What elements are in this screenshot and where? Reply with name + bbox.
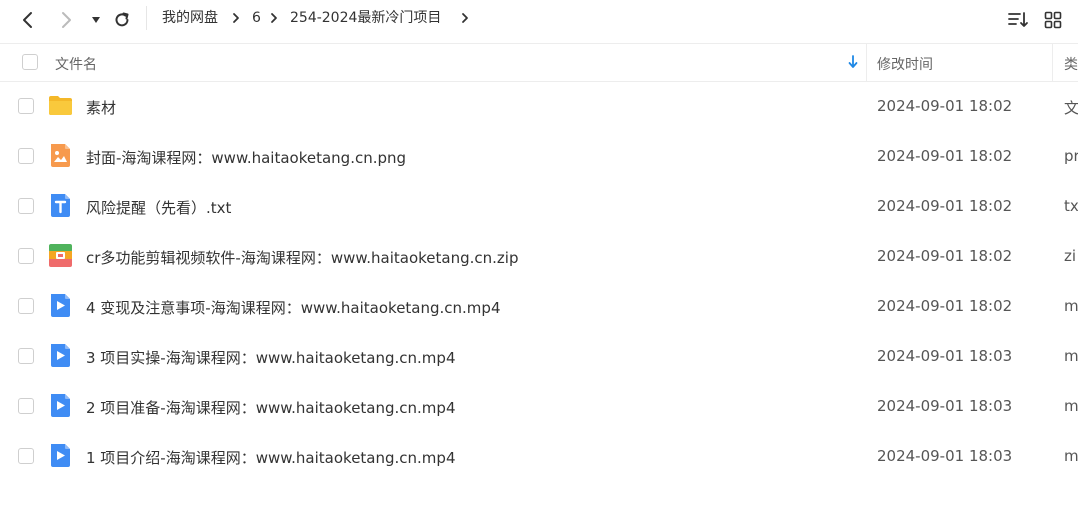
column-divider[interactable]	[866, 44, 867, 81]
file-modified-time: 2024-09-01 18:03	[877, 397, 1013, 415]
column-header-type[interactable]: 类	[1064, 54, 1078, 74]
list-item[interactable]: 封面-海淘课程网：www.haitaoketang.cn.png 2024-09…	[0, 131, 1078, 181]
list-item[interactable]: 风险提醒（先看）.txt 2024-09-01 18:02 tx	[0, 181, 1078, 231]
breadcrumb-item-root[interactable]: 我的网盘	[162, 8, 218, 28]
breadcrumb-separator-icon	[271, 13, 277, 23]
file-modified-time: 2024-09-01 18:03	[877, 347, 1013, 365]
list-item[interactable]: 4 变现及注意事项-海淘课程网：www.haitaoketang.cn.mp4 …	[0, 281, 1078, 331]
file-name[interactable]: 1 项目介绍-海淘课程网：www.haitaoketang.cn.mp4	[86, 447, 456, 468]
file-type: m	[1064, 447, 1078, 465]
chevron-left-icon	[23, 12, 32, 28]
column-header-name[interactable]: 文件名	[55, 54, 97, 74]
column-header-modified[interactable]: 修改时间	[877, 54, 933, 74]
file-modified-time: 2024-09-01 18:02	[877, 147, 1013, 165]
video-file-icon	[51, 394, 70, 417]
row-checkbox[interactable]	[18, 148, 34, 164]
file-name[interactable]: 2 项目准备-海淘课程网：www.haitaoketang.cn.mp4	[86, 397, 456, 418]
list-item[interactable]: 2 项目准备-海淘课程网：www.haitaoketang.cn.mp4 202…	[0, 381, 1078, 431]
video-file-icon	[51, 344, 70, 367]
file-type: pr	[1064, 147, 1078, 165]
column-divider[interactable]	[1052, 44, 1053, 81]
file-modified-time: 2024-09-01 18:02	[877, 247, 1013, 265]
list-item[interactable]: 1 项目介绍-海淘课程网：www.haitaoketang.cn.mp4 202…	[0, 431, 1078, 481]
video-file-icon	[51, 294, 70, 317]
sort-descending-icon[interactable]	[848, 55, 858, 69]
file-type: m	[1064, 297, 1078, 315]
back-button[interactable]	[14, 6, 42, 34]
list-item[interactable]: 素材 2024-09-01 18:02 文	[0, 81, 1078, 131]
file-list-header: 文件名 修改时间 类	[0, 43, 1078, 82]
history-dropdown-button[interactable]	[82, 6, 110, 34]
select-all-checkbox[interactable]	[22, 54, 38, 70]
file-type: m	[1064, 397, 1078, 415]
image-file-icon	[51, 144, 70, 167]
zip-file-icon	[49, 244, 72, 267]
chevron-right-icon	[62, 12, 71, 28]
file-type: zi	[1064, 247, 1077, 265]
video-file-icon	[51, 444, 70, 467]
file-name[interactable]: 素材	[86, 97, 116, 118]
folder-icon	[49, 96, 72, 115]
file-name[interactable]: 封面-海淘课程网：www.haitaoketang.cn.png	[86, 147, 406, 168]
row-checkbox[interactable]	[18, 248, 34, 264]
top-toolbar: 我的网盘 6 254-2024最新冷门项目	[0, 0, 1078, 40]
breadcrumb-item-current[interactable]: 254-2024最新冷门项目	[290, 8, 441, 28]
file-name[interactable]: cr多功能剪辑视频软件-海淘课程网：www.haitaoketang.cn.zi…	[86, 247, 518, 268]
file-name[interactable]: 4 变现及注意事项-海淘课程网：www.haitaoketang.cn.mp4	[86, 297, 501, 318]
file-type: m	[1064, 347, 1078, 365]
file-name[interactable]: 3 项目实操-海淘课程网：www.haitaoketang.cn.mp4	[86, 347, 456, 368]
row-checkbox[interactable]	[18, 348, 34, 364]
file-modified-time: 2024-09-01 18:03	[877, 447, 1013, 465]
caret-down-icon	[92, 17, 100, 23]
breadcrumb-item-6[interactable]: 6	[252, 8, 261, 28]
row-checkbox[interactable]	[18, 398, 34, 414]
row-checkbox[interactable]	[18, 298, 34, 314]
sort-button[interactable]	[1006, 8, 1030, 32]
refresh-icon	[115, 12, 129, 27]
list-item[interactable]: 3 项目实操-海淘课程网：www.haitaoketang.cn.mp4 202…	[0, 331, 1078, 381]
forward-button[interactable]	[52, 6, 80, 34]
grid-view-icon	[1044, 11, 1062, 29]
breadcrumb-separator-icon	[462, 13, 468, 23]
row-checkbox[interactable]	[18, 98, 34, 114]
text-file-icon	[51, 194, 70, 217]
list-item[interactable]: cr多功能剪辑视频软件-海淘课程网：www.haitaoketang.cn.zi…	[0, 231, 1078, 281]
file-modified-time: 2024-09-01 18:02	[877, 197, 1013, 215]
sort-icon	[1008, 12, 1028, 27]
file-modified-time: 2024-09-01 18:02	[877, 297, 1013, 315]
file-name[interactable]: 风险提醒（先看）.txt	[86, 197, 231, 218]
row-checkbox[interactable]	[18, 198, 34, 214]
grid-view-button[interactable]	[1041, 8, 1065, 32]
file-modified-time: 2024-09-01 18:02	[877, 97, 1013, 115]
file-type: tx	[1064, 197, 1078, 215]
row-checkbox[interactable]	[18, 448, 34, 464]
refresh-button[interactable]	[108, 6, 136, 34]
file-type: 文	[1064, 99, 1078, 117]
toolbar-divider	[146, 6, 147, 30]
breadcrumb-separator-icon	[233, 13, 239, 23]
